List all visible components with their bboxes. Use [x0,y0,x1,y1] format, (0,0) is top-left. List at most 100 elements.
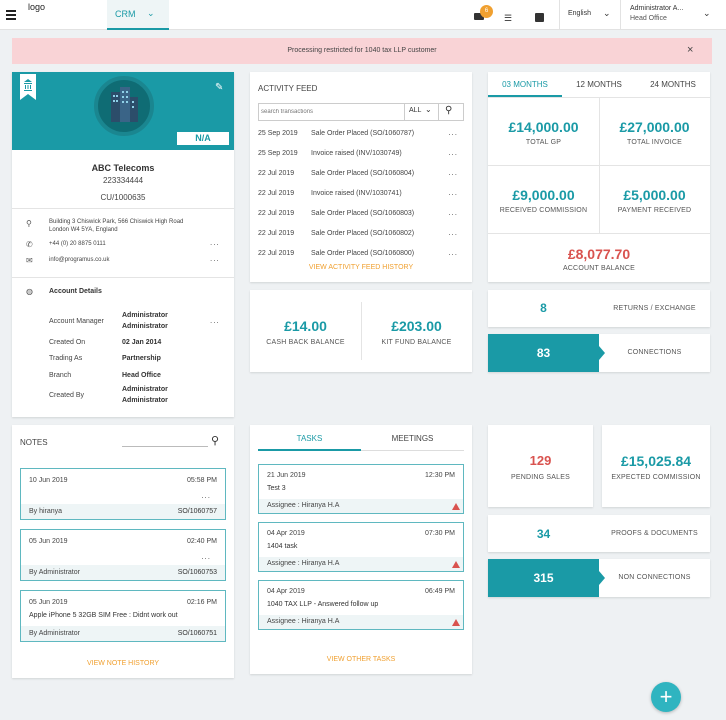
more-icon[interactable]: ... [448,168,458,177]
company-name: ABC Telecoms [91,163,155,173]
proofs-value: 34 [536,527,551,541]
more-icon[interactable]: ... [448,188,458,197]
address-line1: Building 3 Chiswick Park, 566 Chiswick H… [49,219,184,225]
feed-date: 25 Sep 2019 [258,130,298,137]
tab-meetings[interactable]: MEETINGS [361,425,464,451]
divider [12,208,234,209]
view-activity-history-link[interactable]: VIEW ACTIVITY FEED HISTORY [250,264,472,271]
non-connections-value: 315 [533,571,554,585]
list-item[interactable]: 22 Jul 2019 Sale Order Placed (SO/1060802… [258,224,458,244]
task-item[interactable]: 04 Apr 2019 06:49 PM 1040 TAX LLP - Answ… [258,580,464,630]
detail-value: Head Office [122,372,161,379]
list-icon[interactable]: ☰ [504,13,512,24]
note-date: 05 Jun 2019 [29,599,68,606]
list-item[interactable]: 22 Jul 2019 Invoice raised (INV/1030741).… [258,184,458,204]
list-item[interactable]: 22 Jul 2019 Sale Order Placed (SO/1060804… [258,164,458,184]
view-other-tasks-link[interactable]: VIEW OTHER TASKS [250,656,472,663]
company-number: 223334444 [102,176,144,185]
task-assignee: Assignee : Hiranya H.A [267,618,340,625]
details-title: Account Details [49,288,102,295]
chevron-down-icon[interactable]: ⌄ [425,105,432,114]
task-item[interactable]: 04 Apr 2019 07:30 PM 1404 task Assignee … [258,522,464,572]
task-title: 1040 TAX LLP - Answered follow up [267,601,379,608]
user-name[interactable]: Administrator A... [630,5,683,12]
payment-received-value: £5,000.00 [623,187,686,203]
more-icon[interactable]: ... [201,552,211,561]
list-item[interactable]: 22 Jul 2019 Sale Order Placed (SO/1060803… [258,204,458,224]
feed-date: 22 Jul 2019 [258,250,295,257]
module-selector[interactable]: CRM ⌄ [107,0,169,30]
feed-date: 22 Jul 2019 [258,170,295,177]
globe-icon: ◍ [26,287,33,296]
note-footer: By Administrator SO/1060751 [21,626,225,641]
list-item[interactable]: 25 Sep 2019 Invoice raised (INV/1030749).… [258,144,458,164]
activity-search-input[interactable] [261,106,401,118]
search-icon[interactable]: ⚲ [211,434,219,447]
logo: logo [28,2,46,12]
chevron-down-icon[interactable]: ⌄ [703,8,711,19]
proofs-card[interactable]: 34 PROOFS & DOCUMENTS [488,515,710,552]
tab-tasks[interactable]: TASKS [258,425,361,451]
feed-date: 22 Jul 2019 [258,230,295,237]
profile-header: ✎ N/A [12,72,234,150]
more-icon[interactable]: ... [210,254,220,263]
view-note-history-link[interactable]: VIEW NOTE HISTORY [12,660,234,667]
task-time: 12:30 PM [425,472,455,479]
note-reference[interactable]: SO/1060751 [178,630,217,637]
task-time: 06:49 PM [425,588,455,595]
note-item[interactable]: 05 Jun 2019 02:16 PM Apple iPhone 5 32GB… [20,590,226,642]
calendar-icon[interactable] [535,13,544,22]
note-time: 02:16 PM [187,599,217,606]
tab-24-months[interactable]: 24 MONTHS [636,72,710,97]
note-reference[interactable]: SO/1060757 [178,508,217,515]
warning-icon [452,503,460,510]
notes-title: NOTES [20,438,48,447]
more-icon[interactable]: ... [210,316,220,325]
non-connections-card[interactable]: 315 NON CONNECTIONS [488,559,710,597]
email-icon: ✉ [26,256,33,265]
task-date: 04 Apr 2019 [267,530,305,537]
connections-card[interactable]: 83 CONNECTIONS [488,334,710,372]
tab-3-months[interactable]: 03 MONTHS [488,72,562,97]
feed-date: 22 Jul 2019 [258,210,295,217]
account-balance-value: £8,077.70 [567,246,631,262]
note-reference[interactable]: SO/1060753 [178,569,217,576]
alert-message: Processing restricted for 1040 tax LLP c… [287,47,437,54]
add-button[interactable]: + [651,682,681,712]
language-selector[interactable]: English [568,10,591,17]
chevron-down-icon[interactable]: ⌄ [603,8,611,19]
activity-filter-select[interactable]: ALL [409,107,421,114]
email-address[interactable]: info@programus.co.uk [49,257,109,263]
note-item[interactable]: 10 Jun 2019 05:58 PM ... By hiranya SO/1… [20,468,226,520]
menu-icon[interactable] [6,10,16,22]
module-label: CRM [115,9,136,19]
tab-12-months[interactable]: 12 MONTHS [562,72,636,97]
status-badge: N/A [177,132,229,145]
divider [559,0,560,30]
divider [12,277,234,278]
more-icon[interactable]: ... [448,128,458,137]
edit-icon[interactable]: ✎ [215,82,223,93]
returns-card[interactable]: 8 RETURNS / EXCHANGE [488,290,710,327]
more-icon[interactable]: ... [210,238,220,247]
feed-text: Sale Order Placed (SO/1060803) [311,210,415,217]
received-commission-value: £9,000.00 [512,187,575,203]
list-item[interactable]: 25 Sep 2019 Sale Order Placed (SO/1060787… [258,124,458,144]
more-icon[interactable]: ... [201,491,211,500]
kitfund-value: £203.00 [391,318,442,334]
feed-text: Invoice raised (INV/1030741) [311,190,402,197]
feed-text: Sale Order Placed (SO/1060787) [311,130,415,137]
expected-commission-card[interactable]: £15,025.84 EXPECTED COMMISSION [602,425,710,507]
more-icon[interactable]: ... [448,208,458,217]
pending-sales-card[interactable]: 129 PENDING SALES [488,425,593,507]
note-date: 10 Jun 2019 [29,477,68,484]
search-icon[interactable]: ⚲ [445,105,452,116]
more-icon[interactable]: ... [448,148,458,157]
close-icon[interactable]: × [687,44,693,56]
more-icon[interactable]: ... [448,248,458,257]
list-item[interactable]: 22 Jul 2019 Sale Order Placed (SO/1060800… [258,244,458,264]
note-item[interactable]: 05 Jun 2019 02:40 PM ... By Administrato… [20,529,226,581]
notes-search-input[interactable] [122,446,208,447]
more-icon[interactable]: ... [448,228,458,237]
task-item[interactable]: 21 Jun 2019 12:30 PM Test 3 Assignee : H… [258,464,464,514]
